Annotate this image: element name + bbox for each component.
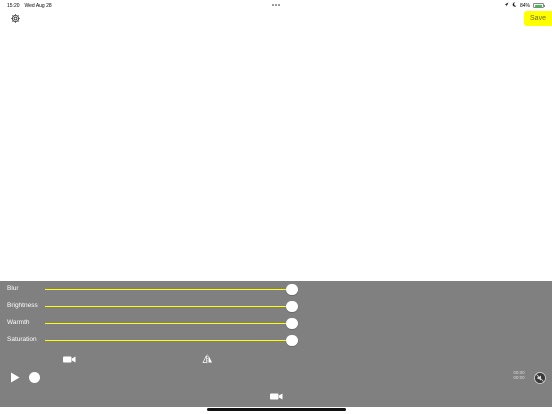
switch-camera-button[interactable] [268,391,284,401]
saturation-slider-thumb[interactable] [286,334,298,346]
brightness-slider-track[interactable] [45,305,292,307]
brightness-label: Brightness [7,302,38,309]
mute-button[interactable] [533,371,546,384]
brightness-slider-thumb[interactable] [286,300,298,312]
warmth-label: Warmth [7,319,30,326]
camera-mode-button[interactable] [62,354,77,364]
status-time: 15:20 [7,3,20,9]
saturation-slider-track[interactable] [45,339,292,341]
blur-slider-thumb[interactable] [286,283,298,295]
time-readout: 00:00 00:00 [508,370,530,380]
blur-slider-row: Blur [0,282,552,296]
saturation-slider-row: Saturation [0,333,552,347]
multitasking-dots-icon[interactable] [272,4,280,6]
brightness-slider-row: Brightness [0,299,552,313]
gear-icon [10,13,20,23]
battery-icon [533,3,545,8]
status-bar: 15:20 Wed Aug 28 84% [0,0,552,10]
location-icon [504,2,509,9]
warmth-slider-thumb[interactable] [286,317,298,329]
play-icon [11,372,20,382]
moon-icon [512,2,517,9]
speaker-mute-icon [533,371,546,384]
play-button[interactable] [9,371,21,383]
blur-slider-track[interactable] [45,288,292,290]
record-button[interactable] [29,372,40,383]
blur-label: Blur [7,285,19,292]
saturation-label: Saturation [7,336,37,343]
video-camera-icon [63,356,76,362]
status-date: Wed Aug 28 [24,3,52,9]
flip-horizontal-icon [201,354,212,364]
video-camera-icon [269,393,282,399]
mirror-button[interactable] [201,353,213,365]
warmth-slider-track[interactable] [45,322,292,324]
total-time: 00:00 [513,375,525,380]
warmth-slider-row: Warmth [0,316,552,330]
battery-percent: 84% [519,2,530,9]
settings-button[interactable] [9,12,21,24]
save-button[interactable]: Save [524,11,552,26]
home-indicator[interactable] [207,408,346,411]
